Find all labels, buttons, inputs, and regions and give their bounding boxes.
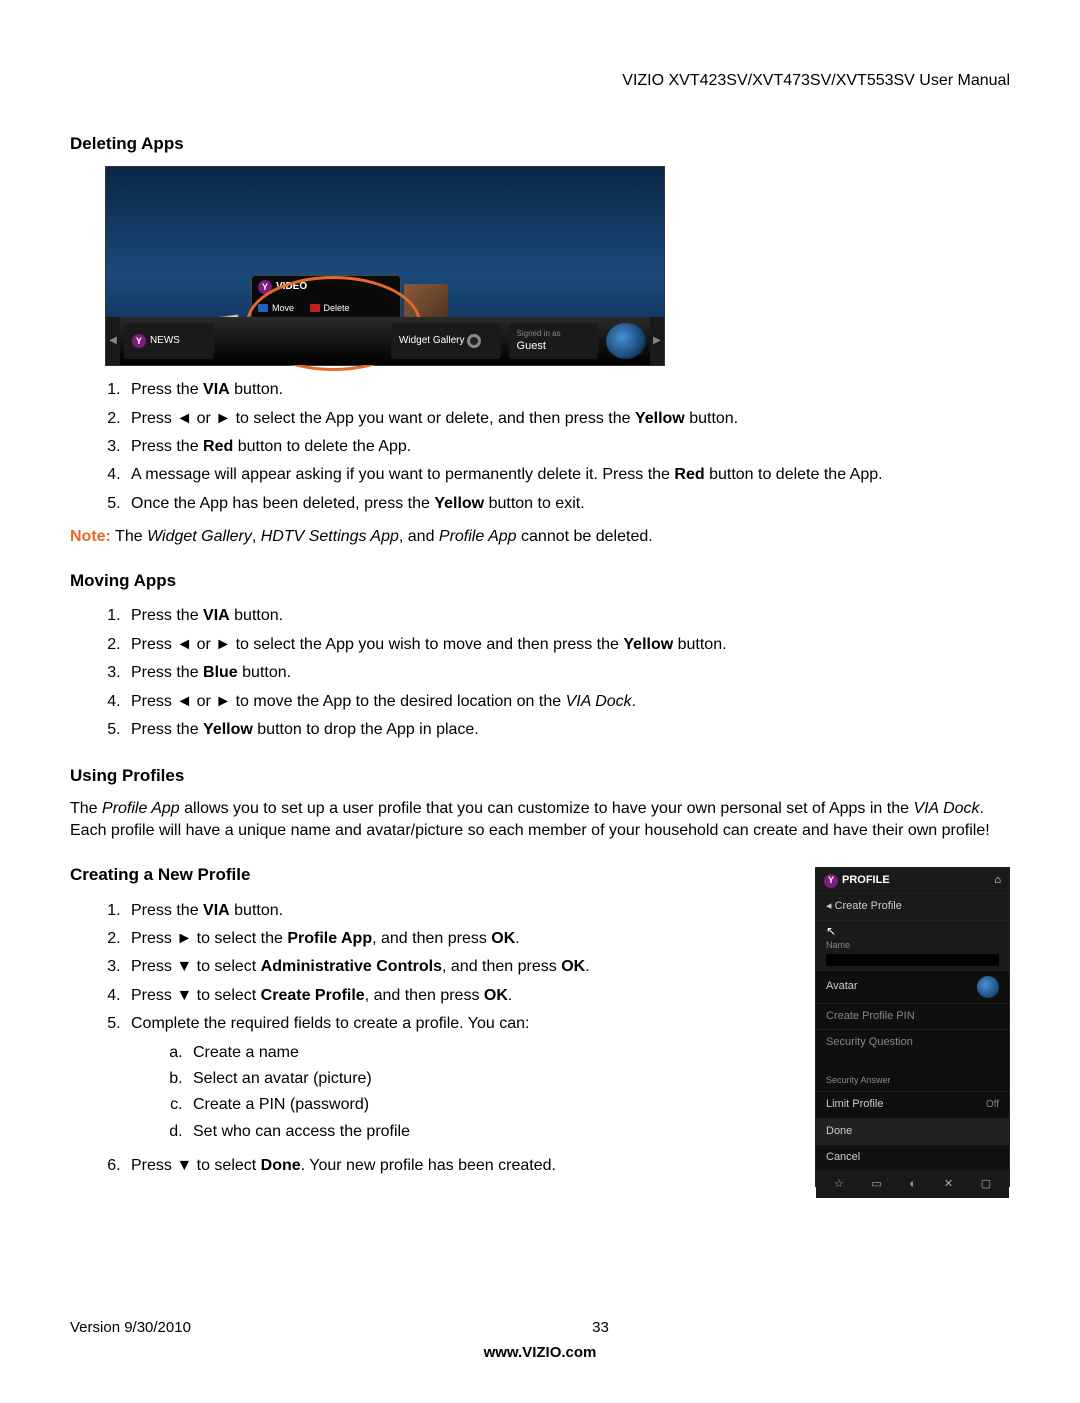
list-item: Once the App has been deleted, press the…	[125, 490, 1010, 518]
profile-avatar-row: Avatar	[816, 970, 1009, 1003]
list-item: A message will appear asking if you want…	[125, 461, 1010, 489]
globe-icon: ◐	[910, 1177, 917, 1192]
yahoo-icon: Y	[258, 280, 272, 294]
profile-name-input: ↖ Name	[816, 920, 1009, 970]
profile-security-question-row: Security Question	[816, 1029, 1009, 1055]
yahoo-icon: Y	[824, 874, 838, 888]
list-item: Press the Blue button.	[125, 659, 1010, 687]
note-label: Note:	[70, 528, 111, 545]
heading-deleting-apps: Deleting Apps	[70, 132, 1010, 156]
signed-in-user: Guest	[517, 339, 546, 354]
news-label: NEWS	[150, 334, 180, 348]
deleting-note: Note: The Widget Gallery, HDTV Settings …	[70, 526, 1010, 548]
footer-url: www.VIZIO.com	[70, 1342, 1010, 1363]
dock-item-news: Y NEWS	[124, 323, 214, 359]
via-dock: ◀ Y NEWS Widget Gallery Signed in as Gue…	[106, 317, 664, 365]
delete-label: Delete	[324, 302, 350, 315]
move-label: Move	[272, 302, 294, 315]
deleting-steps: Press the VIA button. Press ◄ or ► to se…	[125, 376, 1010, 518]
yahoo-icon: Y	[132, 334, 146, 348]
profile-footer-icons: ☆ ▭ ◐ ✕ ▢	[816, 1171, 1009, 1198]
blue-box-icon	[258, 304, 268, 312]
profile-create-pin-row: Create Profile PIN	[816, 1003, 1009, 1029]
name-field-bar	[826, 954, 999, 966]
heading-using-profiles: Using Profiles	[70, 764, 1010, 788]
home-icon: ⌂	[994, 873, 1001, 888]
signed-in-label: Signed in as	[517, 328, 561, 339]
list-item: Press the Red button to delete the App.	[125, 433, 1010, 461]
gear-icon	[467, 334, 481, 348]
x-icon: ✕	[944, 1177, 953, 1192]
profile-header: Y PROFILE ⌂	[816, 868, 1009, 893]
dock-item-gallery: Widget Gallery	[391, 323, 501, 359]
page-number: 33	[592, 1319, 609, 1336]
profile-cancel-row: Cancel	[816, 1144, 1009, 1170]
list-item: Press the Yellow button to drop the App …	[125, 716, 1010, 744]
profile-title: PROFILE	[842, 873, 890, 888]
list-item: Press ◄ or ► to select the App you wish …	[125, 631, 1010, 659]
list-item: Press ◄ or ► to move the App to the desi…	[125, 688, 1010, 716]
profile-limit-row: Limit Profile Off	[816, 1091, 1009, 1117]
list-item: Press the VIA button.	[125, 602, 1010, 630]
star-icon: ☆	[834, 1177, 844, 1192]
using-profiles-intro: The Profile App allows you to set up a u…	[70, 798, 1010, 843]
red-box-icon	[310, 304, 320, 312]
moving-steps: Press the VIA button. Press ◄ or ► to se…	[125, 602, 1010, 744]
version-text: Version 9/30/2010	[70, 1317, 191, 1338]
profile-screenshot: Y PROFILE ⌂ ◂ Create Profile ↖ Name Avat…	[815, 867, 1010, 1187]
card-icon: ▭	[871, 1177, 881, 1192]
profile-done-row: Done	[816, 1118, 1009, 1144]
list-item: Press the VIA button.	[125, 376, 1010, 404]
avatar-icon	[977, 976, 999, 998]
dock-item-signed-in: Signed in as Guest	[509, 323, 599, 359]
cursor-icon: ↖	[826, 923, 836, 940]
dock-nav-right: ▶	[650, 317, 664, 365]
deleting-apps-screenshot: Y VIDEO Move Delete Done ◀ Y NEWS Widget…	[105, 166, 665, 366]
profile-back-row: ◂ Create Profile	[816, 893, 1009, 919]
widget-gallery-label: Widget Gallery	[399, 334, 465, 348]
page-footer: Version 9/30/2010 33 www.VIZIO.com	[70, 1317, 1010, 1363]
list-item: Press ◄ or ► to select the App you want …	[125, 405, 1010, 433]
dock-item-earth	[606, 323, 646, 359]
square-icon: ▢	[981, 1177, 991, 1192]
dock-nav-left: ◀	[106, 317, 120, 365]
video-label: VIDEO	[276, 280, 307, 294]
heading-moving-apps: Moving Apps	[70, 569, 1010, 593]
name-label: Name	[826, 939, 850, 952]
profile-security-answer-row: Security Answer	[816, 1056, 1009, 1092]
header-title: VIZIO XVT423SV/XVT473SV/XVT553SV User Ma…	[70, 70, 1010, 92]
